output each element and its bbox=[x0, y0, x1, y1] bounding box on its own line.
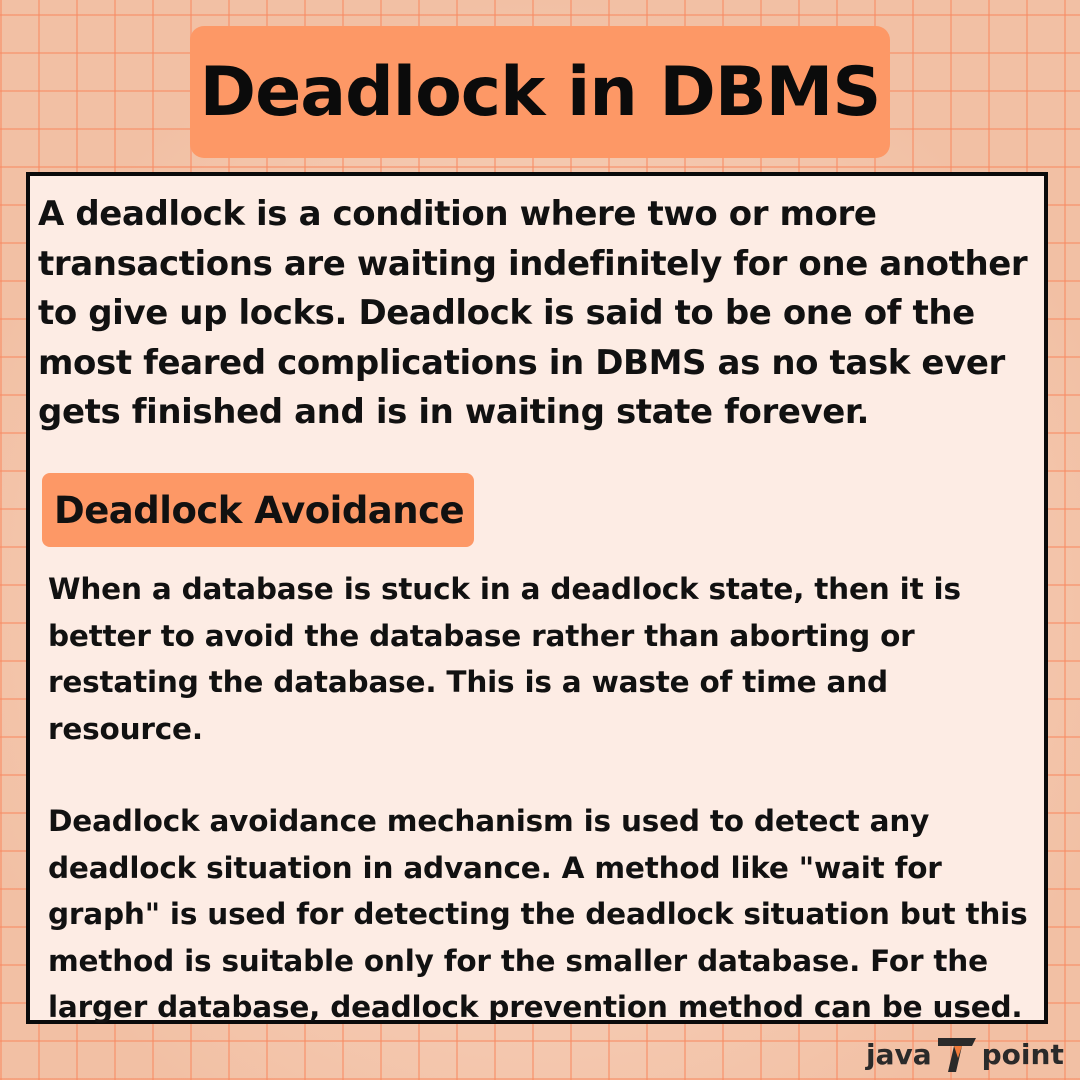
intro-paragraph: A deadlock is a condition where two or m… bbox=[38, 194, 1028, 432]
javatpoint-logo: java point bbox=[866, 1034, 1064, 1074]
logo-text-left: java bbox=[866, 1037, 932, 1071]
logo-text-right: point bbox=[981, 1037, 1064, 1071]
javatpoint-t-icon bbox=[936, 1034, 978, 1074]
section-heading: Deadlock Avoidance bbox=[54, 488, 465, 532]
section-paragraph-1: When a database is stuck in a deadlock s… bbox=[48, 572, 961, 746]
section-paragraph-2: Deadlock avoidance mechanism is used to … bbox=[48, 804, 1028, 1024]
content-card: A deadlock is a condition where two or m… bbox=[26, 172, 1048, 1024]
section-heading-banner: Deadlock Avoidance bbox=[42, 473, 474, 547]
title-banner: Deadlock in DBMS bbox=[190, 26, 890, 158]
page-title: Deadlock in DBMS bbox=[199, 52, 882, 132]
